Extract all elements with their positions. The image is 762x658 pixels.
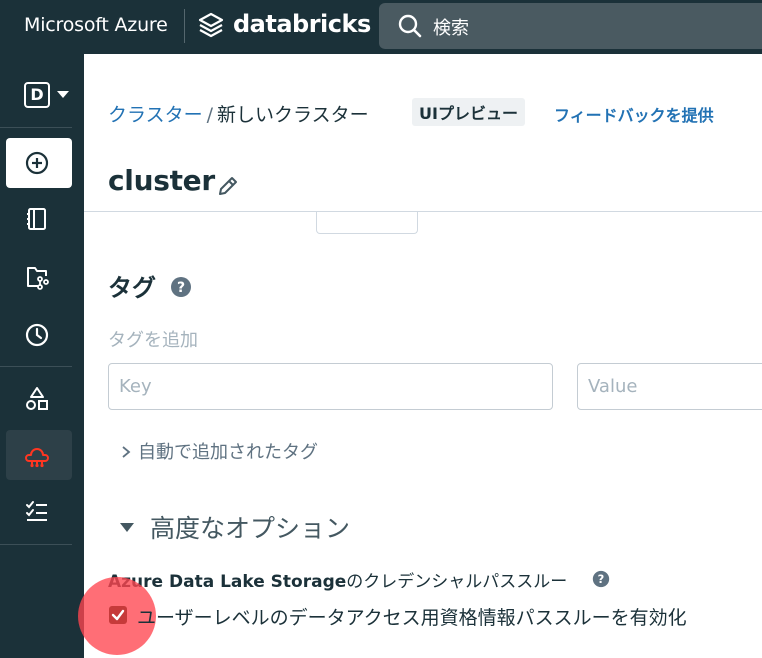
sidebar-item-repos[interactable] [6,252,72,302]
search-input[interactable]: 検索 [379,3,762,49]
adls-heading-rest: のクレデンシャルパススルー [346,572,568,592]
ui-preview-badge: UIプレビュー [412,98,525,126]
credential-passthrough-label[interactable]: ユーザーレベルのデータアクセス用資格情報パススルーを有効化 [137,603,687,630]
tag-key-input[interactable] [108,363,553,410]
advanced-options-toggle[interactable]: 高度なオプション [120,509,350,545]
clock-icon [25,323,49,347]
auto-added-tags-label: 自動で追加されたタグ [138,442,318,463]
advanced-options-title: 高度なオプション [150,514,351,543]
repos-icon [27,267,49,290]
sidebar-item-compute[interactable] [6,430,72,480]
shapes-icon [26,387,48,410]
sidebar-item-workflows[interactable] [6,486,72,536]
sidebar-divider [0,127,72,128]
search-icon [398,14,422,38]
search-placeholder: 検索 [433,18,469,39]
sidebar-item-recents[interactable] [6,310,72,360]
breadcrumb-current: 新しいクラスター [217,104,369,126]
sidebar-divider [0,544,72,545]
pencil-icon[interactable] [216,174,240,198]
page-title: cluster [108,164,215,197]
header-divider [84,211,762,212]
partial-control-above [316,212,418,234]
databricks-logo-icon[interactable] [198,12,224,40]
breadcrumb-separator: / [206,104,214,126]
breadcrumb-clusters-link[interactable]: クラスター [108,104,203,126]
databricks-brand[interactable]: databricks [233,10,371,38]
tags-title: タグ [108,274,156,302]
workspace-switcher[interactable]: D [24,82,74,112]
auto-added-tags-toggle[interactable]: 自動で追加されたタグ [120,438,318,464]
microsoft-azure-brand[interactable]: Microsoft Azure [24,14,168,36]
svg-text:?: ? [598,572,605,586]
caret-down-icon [120,523,134,532]
chevron-right-icon [122,446,131,458]
tags-subtitle: タグを追加 [108,330,198,351]
checklist-icon [26,501,47,521]
top-bar: Microsoft Azure databricks 検索 [0,0,762,54]
svg-text:?: ? [177,280,185,296]
checkmark-icon [111,609,125,621]
adls-passthrough-heading: Azure Data Lake Storageのクレデンシャルパススルー [108,567,567,592]
breadcrumb: クラスター / 新しいクラスター [108,100,369,127]
notebook-icon [27,208,46,230]
sidebar-item-workspace[interactable] [6,194,72,244]
feedback-link[interactable]: フィードバックを提供 [554,102,714,126]
sidebar-divider [0,366,72,367]
help-icon[interactable]: ? [592,570,610,588]
help-icon[interactable]: ? [170,276,192,298]
main-content: クラスター / 新しいクラスター UIプレビュー フィードバックを提供 cluste… [78,54,762,658]
tag-value-input[interactable] [577,363,762,410]
sidebar: D [0,54,84,658]
sidebar-item-data[interactable] [6,374,72,424]
sidebar-item-create[interactable] [6,138,72,188]
brand-divider [184,9,185,43]
plus-circle-icon [25,151,49,175]
credential-passthrough-checkbox[interactable] [109,606,127,624]
cluster-icon [25,448,49,468]
caret-down-icon [57,91,69,98]
workspace-badge: D [24,82,50,108]
